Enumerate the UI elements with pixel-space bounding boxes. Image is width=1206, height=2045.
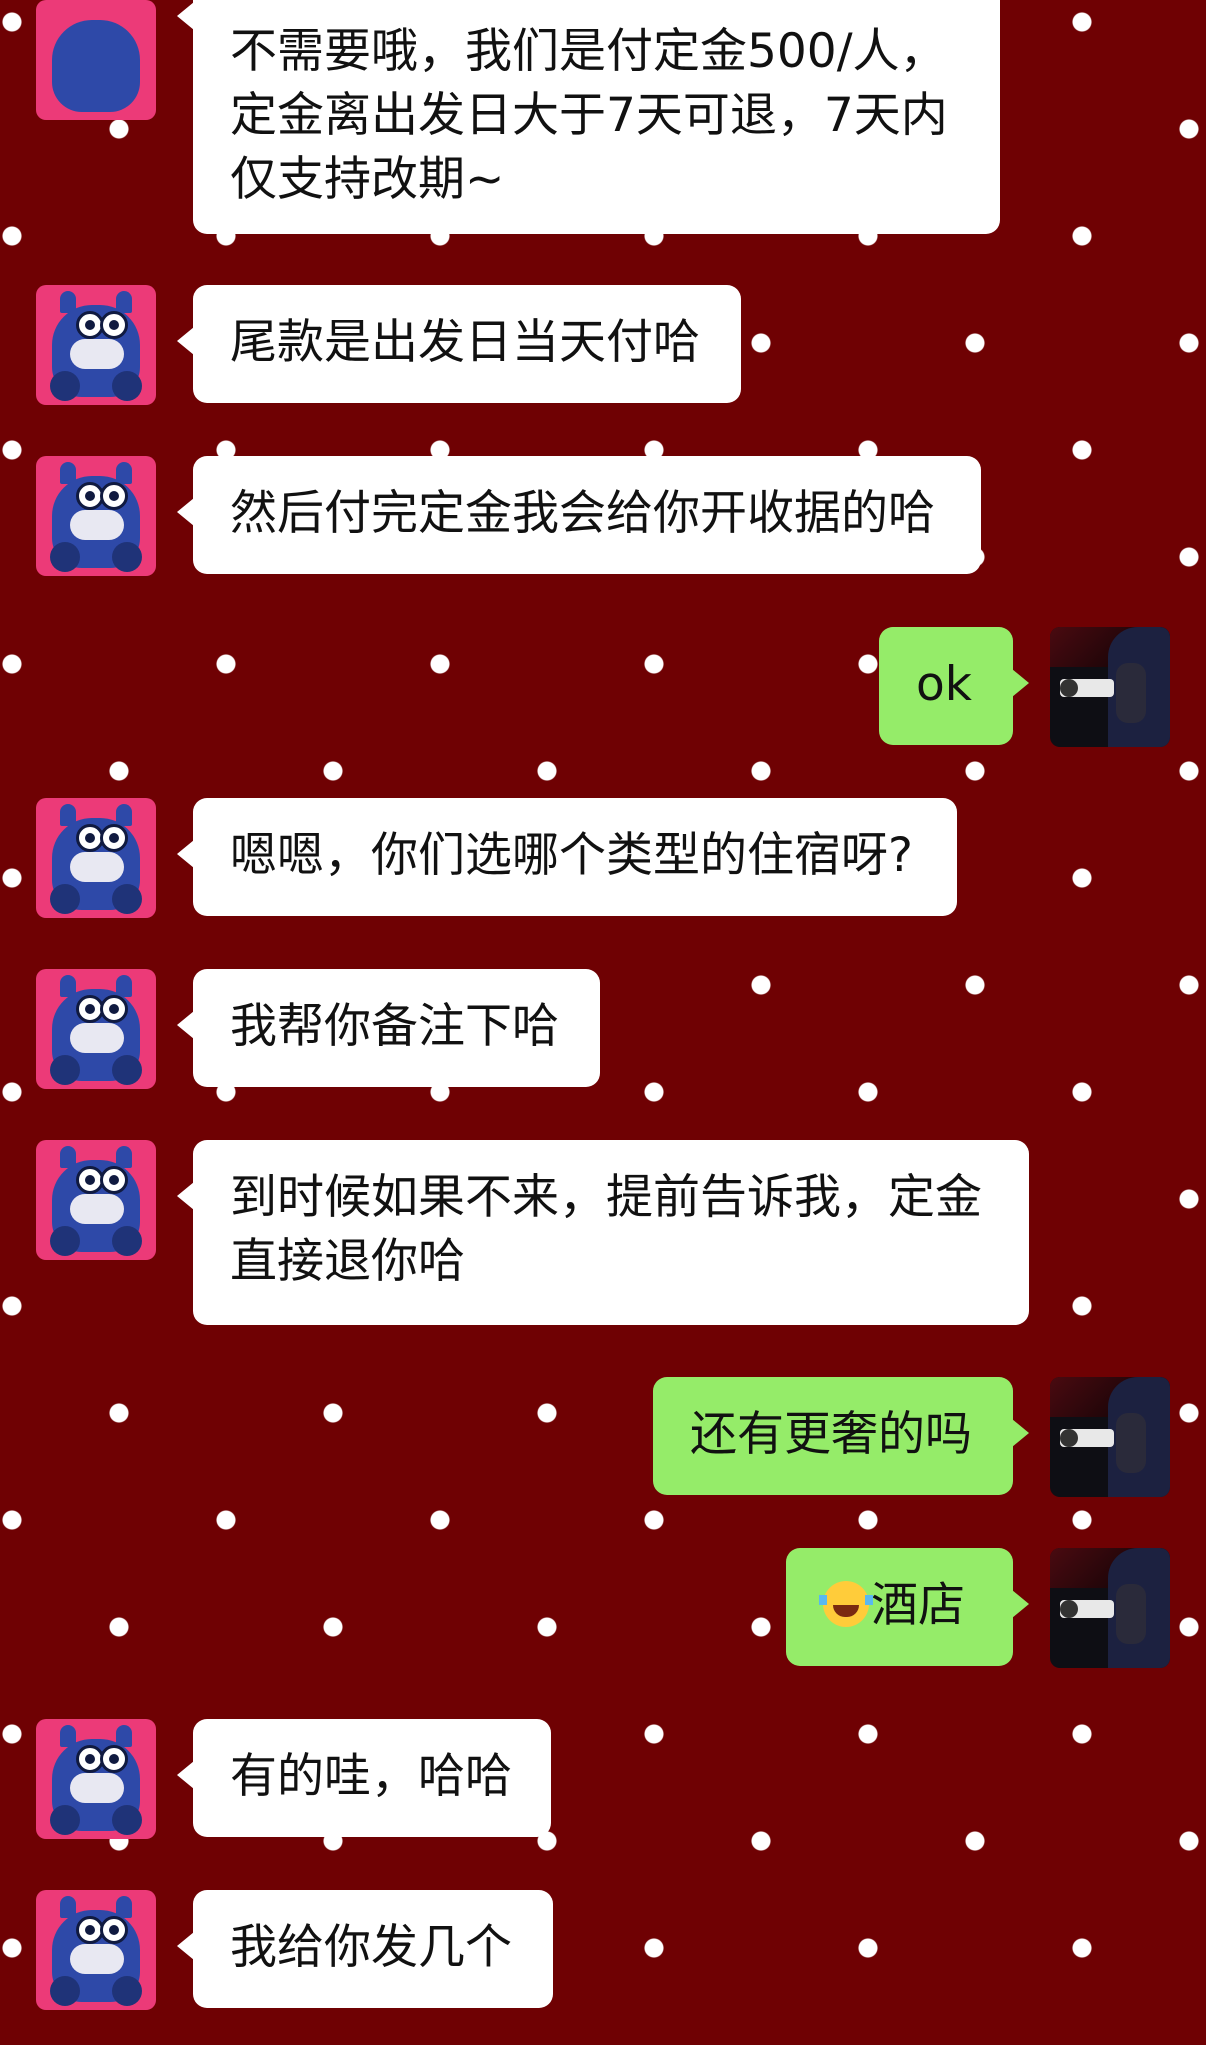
message-bubble[interactable]: 有的哇，哈哈 (177, 1719, 551, 1837)
message-bubble[interactable]: 酒店 (786, 1548, 1029, 1666)
grinning-tears-emoji-icon (819, 1581, 873, 1627)
message-text: 还有更奢的吗 (690, 1407, 972, 1462)
cow-avatar-icon (52, 20, 140, 112)
message-bubble[interactable]: 然后付完定金我会给你开收据的哈 (177, 456, 981, 574)
contact-avatar[interactable] (36, 1890, 156, 2010)
message-text: 嗯嗯，你们选哪个类型的住宿呀? (230, 828, 913, 883)
contact-avatar[interactable] (36, 285, 156, 405)
message-bubble[interactable]: 尾款是出发日当天付哈 (177, 285, 741, 403)
contact-avatar[interactable] (36, 0, 156, 120)
message-text: 不需要哦，我们是付定金500/人，定金离出发日大于7天可退，7天内仅支持改期~ (230, 24, 948, 207)
message-text: ok (916, 657, 972, 712)
contact-avatar[interactable] (36, 456, 156, 576)
contact-avatar[interactable] (36, 1719, 156, 1839)
message-bubble[interactable]: 到时候如果不来，提前告诉我，定金直接退你哈 (177, 1140, 1029, 1325)
message-bubble[interactable]: 还有更奢的吗 (653, 1377, 1029, 1495)
message-text: 尾款是出发日当天付哈 (230, 315, 700, 370)
message-bubble[interactable]: 嗯嗯，你们选哪个类型的住宿呀? (177, 798, 957, 916)
message-text: 我给你发几个 (230, 1920, 512, 1975)
message-bubble[interactable]: 我帮你备注下哈 (177, 969, 600, 1087)
message-bubble[interactable]: 我给你发几个 (177, 1890, 553, 2008)
message-bubble[interactable]: ok (879, 627, 1029, 745)
contact-avatar[interactable] (36, 1140, 156, 1260)
user-avatar[interactable] (1050, 1548, 1170, 1668)
contact-avatar[interactable] (36, 798, 156, 918)
user-avatar[interactable] (1050, 627, 1170, 747)
message-bubble[interactable]: 不需要哦，我们是付定金500/人，定金离出发日大于7天可退，7天内仅支持改期~ (177, 0, 1000, 234)
message-text: 酒店 (871, 1578, 965, 1633)
message-text: 有的哇，哈哈 (230, 1749, 512, 1804)
message-text: 然后付完定金我会给你开收据的哈 (230, 486, 935, 541)
contact-avatar[interactable] (36, 969, 156, 1089)
message-text: 我帮你备注下哈 (230, 999, 559, 1054)
user-avatar[interactable] (1050, 1377, 1170, 1497)
message-text: 到时候如果不来，提前告诉我，定金直接退你哈 (230, 1170, 982, 1289)
